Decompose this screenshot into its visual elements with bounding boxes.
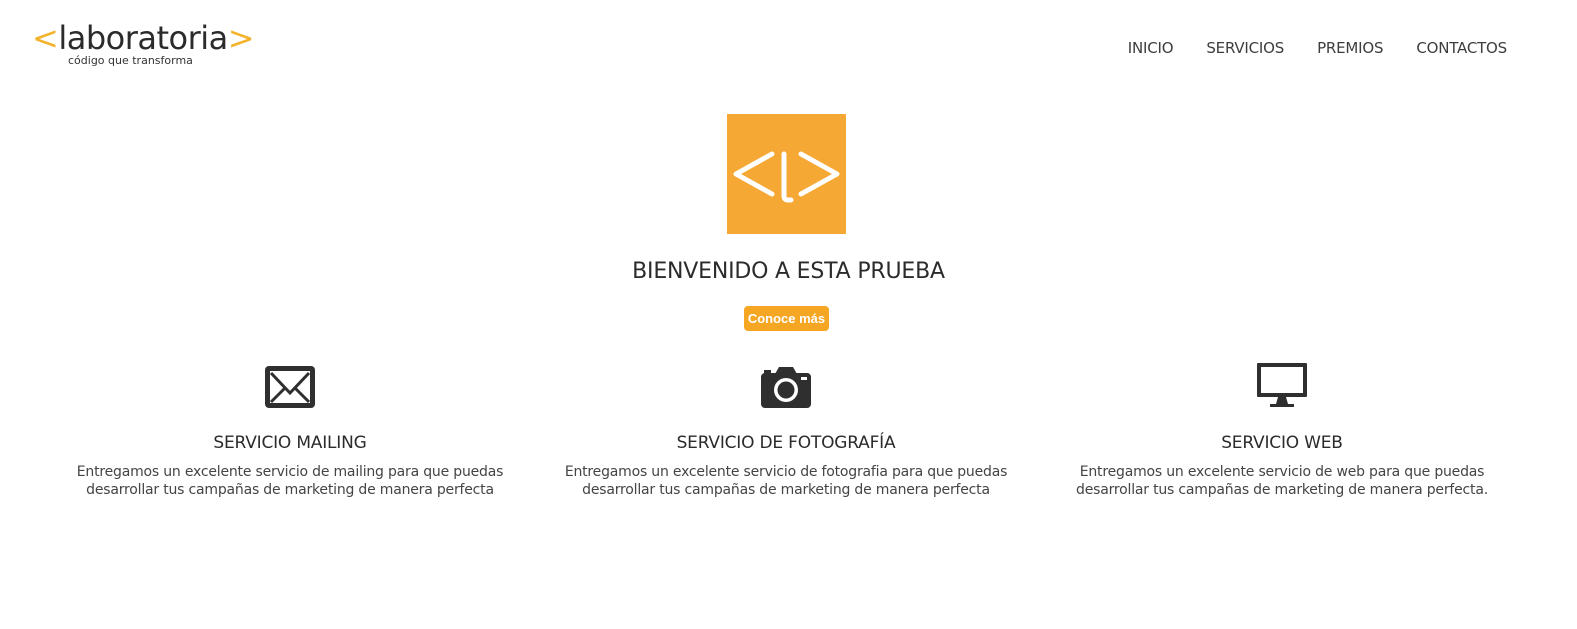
logo-tagline: código que transforma xyxy=(68,54,193,67)
hero-logo xyxy=(727,114,846,234)
monitor-icon xyxy=(1257,363,1307,407)
nav-item-servicios[interactable]: SERVICIOS xyxy=(1206,39,1284,57)
hero-title: BIENVENIDO A ESTA PRUEBA xyxy=(632,259,945,284)
service-description: Entregamos un excelente servicio de mail… xyxy=(40,463,540,499)
service-description: Entregamos un excelente servicio de web … xyxy=(1032,463,1532,499)
service-description: Entregamos un excelente servicio de foto… xyxy=(536,463,1036,499)
service-desc-line: Entregamos un excelente servicio de mail… xyxy=(76,464,504,480)
nav-item-contactos[interactable]: CONTACTOS xyxy=(1416,39,1507,57)
page: <laboratoria> código que transforma INIC… xyxy=(0,0,1577,629)
service-desc-line: Entregamos un excelente servicio de web … xyxy=(1079,464,1485,480)
service-title: SERVICIO WEB xyxy=(1221,433,1343,453)
laboratoria-symbol-icon xyxy=(733,151,840,203)
service-desc-line: desarrollar tus campañas de marketing de… xyxy=(86,482,494,498)
service-web: SERVICIO WEB Entregamos un excelente ser… xyxy=(1032,360,1532,499)
nav-item-inicio[interactable]: INICIO xyxy=(1128,39,1174,57)
conoce-mas-button[interactable]: Conoce más xyxy=(744,306,829,331)
camera-icon xyxy=(761,367,811,408)
nav-item-premios[interactable]: PREMIOS xyxy=(1317,39,1383,57)
logo-name: laboratoria xyxy=(58,19,228,57)
service-desc-line: desarrollar tus campañas de marketing de… xyxy=(582,482,990,498)
envelope-icon xyxy=(265,366,315,408)
logo-bracket-close: > xyxy=(227,19,255,57)
service-desc-line: Entregamos un excelente servicio de foto… xyxy=(564,464,1008,480)
main-nav: INICIO SERVICIOS PREMIOS CONTACTOS xyxy=(1128,38,1507,58)
service-desc-line: desarrollar tus campañas de marketing de… xyxy=(1076,482,1488,498)
service-title: SERVICIO MAILING xyxy=(213,433,367,453)
service-mailing: SERVICIO MAILING Entregamos un excelente… xyxy=(40,360,540,499)
service-title: SERVICIO DE FOTOGRAFÍA xyxy=(676,433,896,453)
logo-bracket-open: < xyxy=(32,19,59,57)
brand-logo[interactable]: <laboratoria> código que transforma xyxy=(32,16,255,72)
service-fotografia: SERVICIO DE FOTOGRAFÍA Entregamos un exc… xyxy=(536,360,1036,499)
